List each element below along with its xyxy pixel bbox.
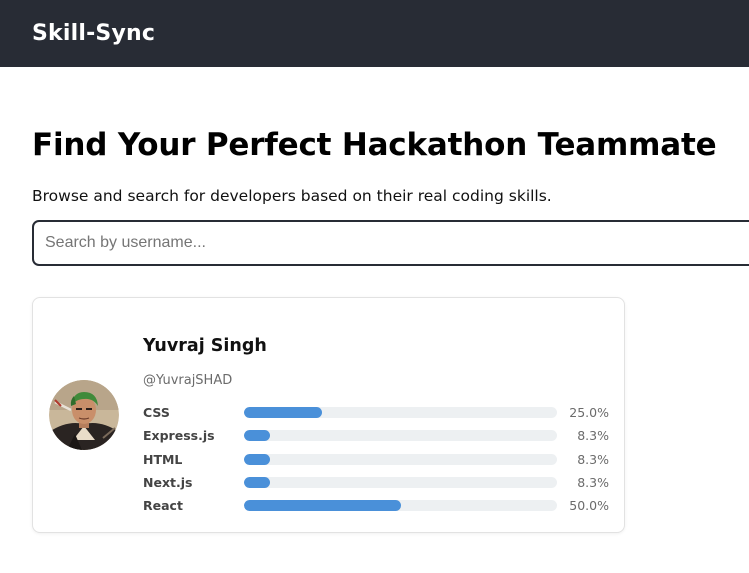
- skill-percent: 8.3%: [577, 428, 609, 444]
- skill-progress-fill: [244, 407, 323, 419]
- developer-card[interactable]: Yuvraj Singh @YuvrajSHAD CSS 25.0% Expre…: [32, 297, 625, 533]
- skill-row: Next.js 8.3%: [143, 471, 609, 494]
- skill-percent: 25.0%: [569, 405, 609, 421]
- skill-percent: 8.3%: [577, 451, 609, 467]
- skill-label: HTML: [143, 451, 183, 467]
- skill-label: React: [143, 498, 183, 514]
- skill-progress-bar: [244, 430, 557, 442]
- skill-progress-fill: [244, 453, 270, 465]
- page-subtitle: Browse and search for developers based o…: [32, 187, 552, 205]
- skill-progress-bar: [244, 477, 557, 489]
- page-title: Find Your Perfect Hackathon Teammate: [32, 127, 717, 163]
- skill-row: CSS 25.0%: [143, 401, 609, 424]
- navbar: Skill-Sync: [0, 0, 749, 67]
- skill-percent: 50.0%: [569, 498, 609, 514]
- skills-list: CSS 25.0% Express.js 8.3% HTML 8.3% Next…: [143, 401, 609, 517]
- user-avatar-icon: [49, 380, 119, 450]
- main-content: Find Your Perfect Hackathon Teammate Bro…: [0, 127, 749, 206]
- developer-username: @YuvrajSHAD: [143, 373, 233, 388]
- skill-label: Express.js: [143, 428, 215, 444]
- skill-progress-fill: [244, 430, 270, 442]
- skill-row: React 50.0%: [143, 494, 609, 517]
- skill-label: CSS: [143, 405, 170, 421]
- skill-row: Express.js 8.3%: [143, 424, 609, 447]
- skill-percent: 8.3%: [577, 475, 609, 491]
- search-input[interactable]: [32, 220, 749, 266]
- skill-progress-fill: [244, 500, 401, 512]
- developer-name: Yuvraj Singh: [143, 336, 267, 356]
- skill-progress-bar: [244, 500, 557, 512]
- skill-row: HTML 8.3%: [143, 448, 609, 471]
- brand-logo-text[interactable]: Skill-Sync: [32, 21, 155, 46]
- skill-label: Next.js: [143, 475, 193, 491]
- skill-progress-bar: [244, 407, 557, 419]
- skill-progress-bar: [244, 453, 557, 465]
- avatar: [49, 380, 119, 450]
- skill-progress-fill: [244, 477, 270, 489]
